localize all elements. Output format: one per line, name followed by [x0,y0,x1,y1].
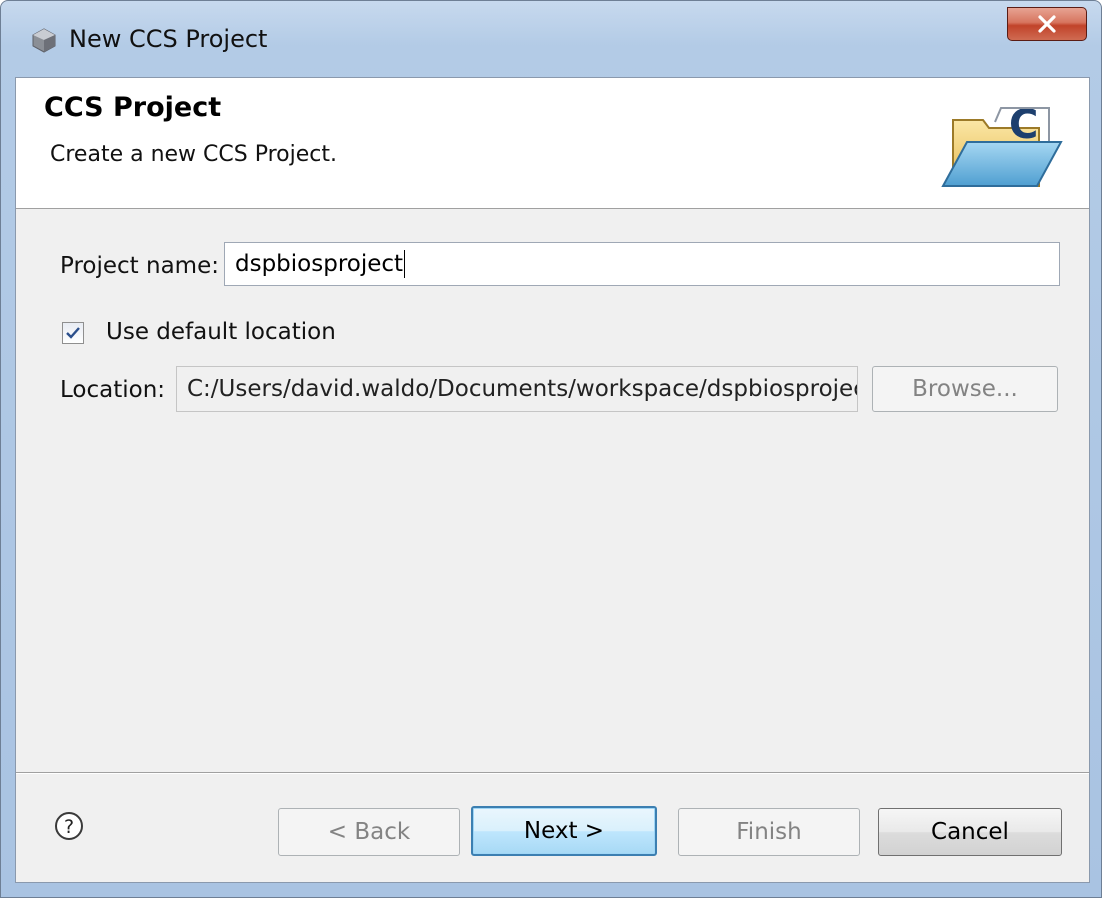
use-default-location-checkbox[interactable] [62,322,84,344]
next-button[interactable]: Next > [471,806,657,856]
help-icon[interactable]: ? [54,811,84,841]
browse-button-label: Browse... [912,376,1018,402]
text-caret [404,250,406,278]
footer-separator [16,772,1089,774]
close-icon [1038,15,1056,33]
project-name-label: Project name: [60,253,219,279]
location-label: Location: [60,377,166,403]
banner-description: Create a new CCS Project. [50,142,337,167]
location-input: C:/Users/david.waldo/Documents/workspace… [176,366,858,412]
finish-button-label: Finish [736,819,802,845]
ccs-folder-icon: C [941,102,1063,187]
window-title: New CCS Project [69,25,268,53]
project-name-input[interactable]: dspbiosproject [224,242,1060,286]
project-name-value: dspbiosproject [235,251,404,277]
finish-button[interactable]: Finish [678,808,860,856]
wizard-banner: CCS Project Create a new CCS Project. C [16,78,1089,209]
svg-text:?: ? [64,816,74,838]
cancel-button-label: Cancel [931,819,1009,845]
close-button[interactable] [1007,7,1087,41]
ccs-app-icon [32,28,56,53]
banner-title: CCS Project [44,92,222,123]
back-button[interactable]: < Back [278,808,460,856]
location-value: C:/Users/david.waldo/Documents/workspace… [187,376,858,402]
checkmark-icon [66,327,80,339]
back-button-label: < Back [327,819,411,845]
browse-button[interactable]: Browse... [872,366,1058,412]
next-button-label: Next > [523,818,605,844]
dialog-window: New CCS Project CCS Project Create a new… [0,0,1102,898]
dialog-client-area: CCS Project Create a new CCS Project. C [15,77,1090,883]
title-bar[interactable]: New CCS Project [1,1,1101,77]
use-default-location-label[interactable]: Use default location [106,319,336,345]
cancel-button[interactable]: Cancel [878,808,1062,856]
